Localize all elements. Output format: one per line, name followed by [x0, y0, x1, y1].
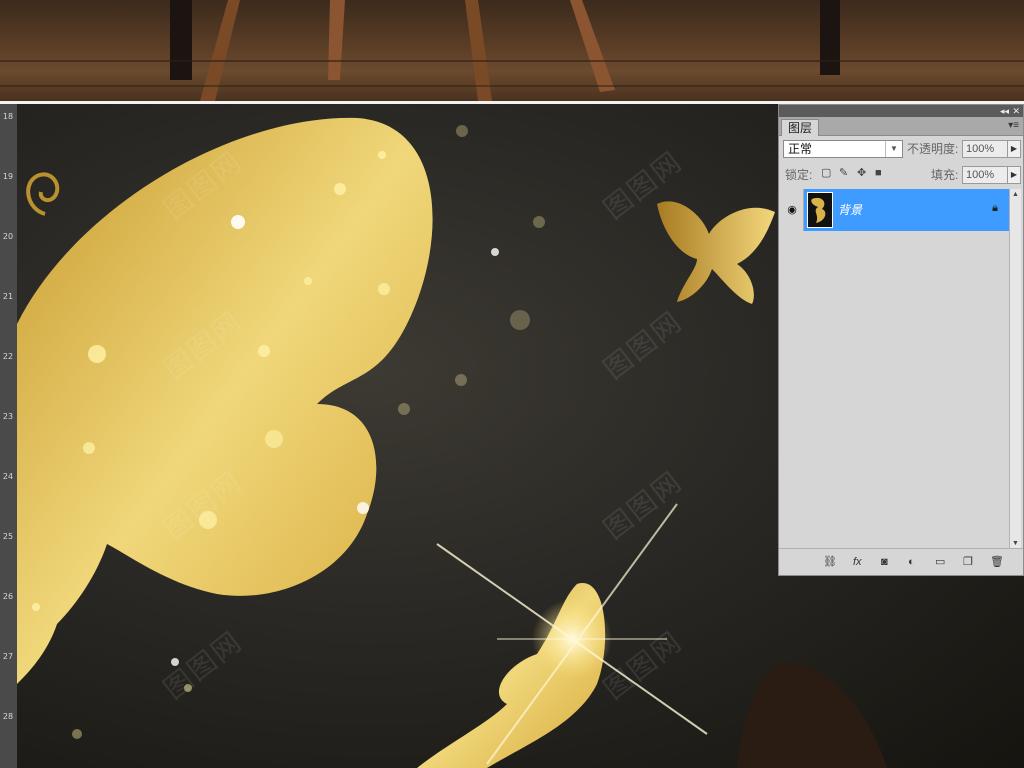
- vertical-ruler[interactable]: 18 19 20 21 22 23 24 25 26 27 28: [0, 104, 18, 768]
- lock-fill-row: 锁定: ▢ ✎ ✥ ■ 填充: 100% ▶: [779, 162, 1023, 188]
- layer-thumbnail: [807, 192, 833, 228]
- ruler-label: 22: [2, 352, 14, 361]
- tab-layers[interactable]: 图层: [781, 119, 820, 136]
- collapse-icon[interactable]: ◂◂: [1000, 105, 1009, 117]
- fill-input[interactable]: 100%: [962, 166, 1008, 184]
- layer-row[interactable]: ◉ 背景 🔒︎: [781, 189, 1010, 231]
- close-icon[interactable]: ✕: [1012, 105, 1020, 117]
- layers-footer: ⛓ fx ◙ ◐ ▭ ❐ 🗑︎: [779, 548, 1023, 575]
- layers-panel: ◂◂ ✕ 图层 ▾≡ 正常 ▼ 不透明度: 100% ▶ 锁定: ▢ ✎ ✥ ■…: [778, 104, 1024, 576]
- ruler-label: 21: [2, 292, 14, 301]
- ruler-label: 20: [2, 232, 14, 241]
- ruler-label: 28: [2, 712, 14, 721]
- ruler-label: 27: [2, 652, 14, 661]
- scroll-up-icon[interactable]: ▲: [1010, 189, 1021, 200]
- lock-label: 锁定:: [785, 168, 813, 182]
- lock-brush-icon[interactable]: ✎: [839, 167, 848, 179]
- opacity-arrow-icon[interactable]: ▶: [1007, 140, 1021, 158]
- opacity-input[interactable]: 100%: [962, 140, 1008, 158]
- chevron-down-icon[interactable]: ▼: [885, 141, 902, 157]
- panel-menu-icon[interactable]: ▾≡: [1008, 120, 1019, 131]
- top-photo-strip: [0, 0, 1024, 101]
- ruler-label: 25: [2, 532, 14, 541]
- ruler-label: 26: [2, 592, 14, 601]
- fx-icon[interactable]: fx: [853, 555, 862, 569]
- eye-icon[interactable]: ◉: [781, 189, 804, 231]
- lock-all-icon[interactable]: ■: [875, 167, 882, 179]
- layers-scrollbar[interactable]: ▲ ▼: [1009, 189, 1021, 549]
- panel-title-bar[interactable]: ◂◂ ✕: [779, 105, 1023, 117]
- adjustment-icon[interactable]: ◐: [908, 555, 915, 569]
- lock-transparent-icon[interactable]: ▢: [821, 167, 831, 179]
- mask-icon[interactable]: ◙: [881, 555, 888, 569]
- fill-arrow-icon[interactable]: ▶: [1007, 166, 1021, 184]
- new-layer-icon[interactable]: ❐: [963, 555, 973, 569]
- blend-mode-select[interactable]: 正常 ▼: [783, 140, 903, 158]
- opacity-label: 不透明度:: [907, 142, 959, 156]
- blend-opacity-row: 正常 ▼ 不透明度: 100% ▶: [779, 136, 1023, 162]
- link-icon[interactable]: ⛓: [823, 555, 837, 569]
- panel-tab-bar: 图层 ▾≡: [779, 117, 1023, 136]
- lock-move-icon[interactable]: ✥: [857, 167, 866, 179]
- lock-icon: 🔒︎: [992, 202, 998, 214]
- ruler-label: 23: [2, 412, 14, 421]
- group-icon[interactable]: ▭: [935, 555, 945, 569]
- ruler-label: 19: [2, 172, 14, 181]
- chair-legs-image: [0, 0, 1024, 101]
- trash-icon[interactable]: 🗑︎: [990, 555, 1004, 569]
- fill-label: 填充:: [931, 168, 959, 182]
- ruler-label: 18: [2, 112, 14, 121]
- ruler-label: 24: [2, 472, 14, 481]
- layer-name[interactable]: 背景: [838, 201, 862, 218]
- blend-mode-value: 正常: [788, 142, 813, 156]
